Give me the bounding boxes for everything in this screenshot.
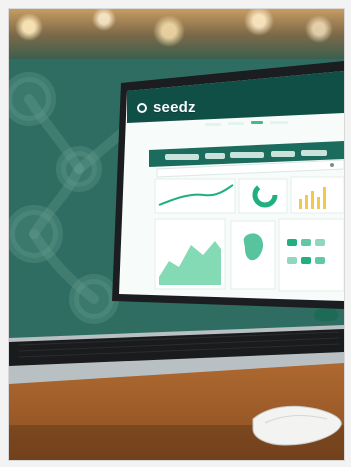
top-nav-item[interactable] [270,121,288,124]
search-icon [330,163,334,167]
metric-bar [287,257,297,264]
metric-bar [301,239,311,246]
help-chip[interactable] [314,309,338,321]
phone-on-desk [252,405,342,446]
card-area-trend [154,178,236,214]
metric-bar [315,257,325,264]
metric-bar [287,239,297,246]
mini-bar [317,197,320,209]
mini-bar [323,187,326,209]
filter-pill[interactable] [205,153,225,159]
top-nav-item[interactable] [228,122,244,125]
metric-bar [315,239,325,246]
metric-bar [301,257,311,264]
photo-frame: seedz [8,8,345,461]
card-metrics [278,218,344,292]
brand-name: seedz [153,99,196,116]
mini-bar [311,191,314,209]
filter-pill[interactable] [230,152,264,158]
card-donut [238,178,288,214]
top-nav-item-active[interactable] [251,121,263,124]
filter-pill[interactable] [165,154,199,160]
mini-bar [299,199,302,209]
filter-pill[interactable] [301,150,327,156]
logo-mark-icon [137,102,147,113]
mini-bar [305,195,308,209]
filter-pill[interactable] [271,151,295,157]
top-nav-item[interactable] [205,123,221,126]
seedz-logo: seedz [137,99,196,116]
